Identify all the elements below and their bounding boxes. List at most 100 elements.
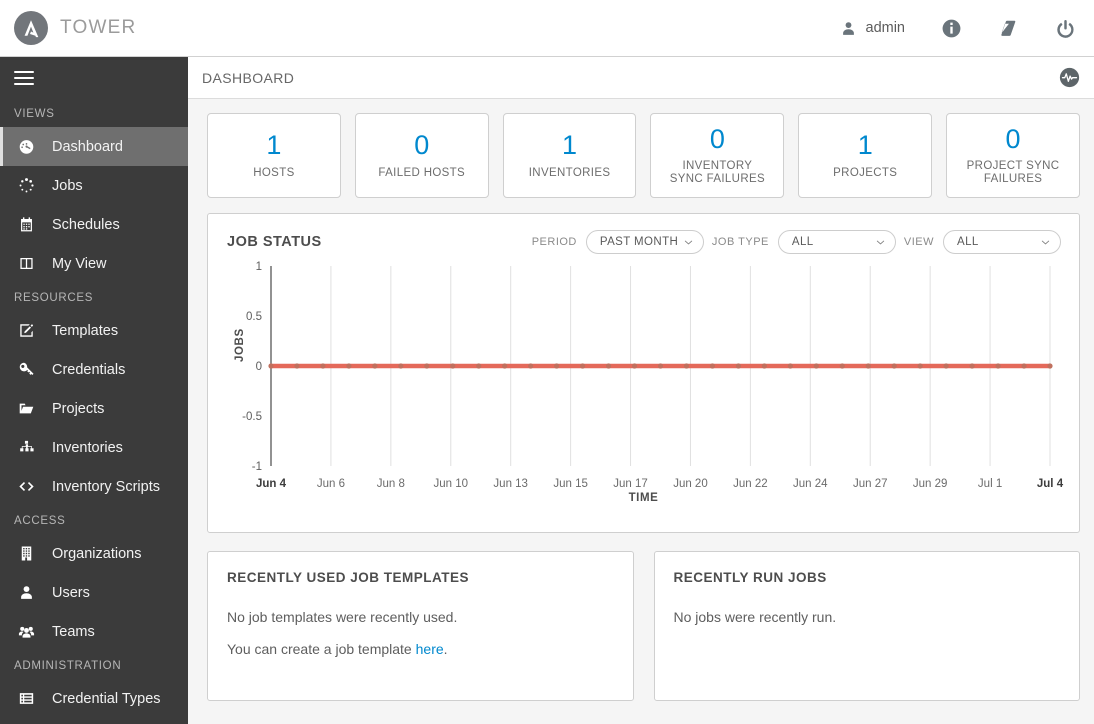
sidebar-item-label: Organizations xyxy=(52,545,142,562)
chart-data-point[interactable] xyxy=(450,363,456,369)
brand-name: TOWER xyxy=(60,17,137,38)
chart-x-tick: Jun 20 xyxy=(673,478,708,490)
chart-data-point[interactable] xyxy=(865,363,871,369)
activity-pulse-icon[interactable] xyxy=(1059,67,1080,88)
chart-data-point[interactable] xyxy=(476,363,482,369)
chart-data-point[interactable] xyxy=(839,363,845,369)
chart-data-point[interactable] xyxy=(787,363,793,369)
stat-card-projects[interactable]: 1 PROJECTS xyxy=(798,113,933,198)
sidebar-item-templates[interactable]: Templates xyxy=(0,311,188,350)
stat-card-label: INVENTORIES xyxy=(528,166,611,179)
key-icon xyxy=(14,361,38,378)
dropdown-job-type[interactable]: ALL xyxy=(777,230,896,254)
chart-data-point[interactable] xyxy=(320,363,326,369)
chart-data-point[interactable] xyxy=(683,363,690,369)
stat-card-failed-hosts[interactable]: 0 FAILED HOSTS xyxy=(354,113,489,198)
sidebar-item-credential-types[interactable]: Credential Types xyxy=(0,679,188,718)
sidebar-section-resources: RESOURCES xyxy=(14,292,94,304)
sidebar-item-organizations[interactable]: Organizations xyxy=(0,534,188,573)
stat-card-value: 0 xyxy=(709,123,725,154)
sidebar-item-inventories[interactable]: Inventories xyxy=(0,428,188,467)
sidebar-item-label: Credential Types xyxy=(52,690,161,707)
sidebar-item-label: Templates xyxy=(52,322,119,339)
chart-data-point[interactable] xyxy=(398,363,404,369)
chart-data-point[interactable] xyxy=(709,363,716,369)
sidebar-item-inventory-scripts[interactable]: Inventory Scripts xyxy=(0,467,188,506)
chart-data-point[interactable] xyxy=(346,363,352,369)
chart-data-point[interactable] xyxy=(813,363,819,369)
sidebar-item-label: Projects xyxy=(52,400,105,417)
current-user[interactable]: admin xyxy=(822,0,924,57)
chart-data-point[interactable] xyxy=(917,363,923,369)
sidebar-item-schedules[interactable]: Schedules xyxy=(0,205,188,244)
chart-data-point[interactable] xyxy=(268,363,274,369)
hamburger-icon[interactable] xyxy=(0,57,188,99)
sidebar-item-credentials[interactable]: Credentials xyxy=(0,350,188,389)
stat-card-project-sync-failures[interactable]: 0 PROJECT SYNC FAILURES xyxy=(946,113,1080,198)
chart-data-point[interactable] xyxy=(528,363,534,369)
dropdown-value: ALL xyxy=(791,236,814,248)
folder-open-icon xyxy=(14,400,38,417)
chart-data-point[interactable] xyxy=(372,363,378,369)
stat-card-hosts[interactable]: 1 HOSTS xyxy=(207,113,341,198)
chart-data-point[interactable] xyxy=(735,363,742,369)
tower-logo-icon xyxy=(14,11,48,45)
sidebar-item-label: Teams xyxy=(52,623,95,640)
chart-y-tick: -1 xyxy=(252,461,262,473)
chart-data-point[interactable] xyxy=(657,363,664,369)
panel-title: RECENTLY USED JOB TEMPLATES xyxy=(227,570,470,585)
book-icon xyxy=(998,18,1019,39)
filter-job-type: JOB TYPE ALL xyxy=(712,230,896,254)
sidebar-item-projects[interactable]: Projects xyxy=(0,389,188,428)
chart-x-tick: Jun 24 xyxy=(793,478,828,490)
bottom-panels: RECENTLY USED JOB TEMPLATES No job templa… xyxy=(207,551,1080,701)
chart-x-tick: Jun 29 xyxy=(913,478,948,490)
brand-logo[interactable]: TOWER xyxy=(14,11,136,45)
chart-data-point[interactable] xyxy=(995,363,1001,369)
sidebar-item-my-view[interactable]: My View xyxy=(0,244,188,283)
chart-x-tick: Jun 17 xyxy=(613,478,648,490)
chart-data-point[interactable] xyxy=(294,363,300,369)
power-icon xyxy=(1055,18,1076,39)
chart-data-point[interactable] xyxy=(891,363,897,369)
chart-data-point[interactable] xyxy=(554,363,560,369)
docs-button[interactable] xyxy=(980,0,1037,57)
dropdown-value: ALL xyxy=(957,236,979,248)
chart-x-tick: Jun 22 xyxy=(733,478,768,490)
sidebar-item-label: Jobs xyxy=(52,177,83,194)
filter-label: VIEW xyxy=(903,236,934,248)
about-button[interactable] xyxy=(923,0,980,57)
chart-data-point[interactable] xyxy=(943,363,949,369)
sidebar-item-jobs[interactable]: Jobs xyxy=(0,166,188,205)
stat-card-label: INVENTORY SYNC FAILURES xyxy=(669,159,766,186)
chart-data-point[interactable] xyxy=(424,363,430,369)
chart-data-point[interactable] xyxy=(580,363,586,369)
sidebar-item-users[interactable]: Users xyxy=(0,573,188,612)
stat-card-value: 1 xyxy=(857,130,873,161)
logout-button[interactable] xyxy=(1037,0,1094,57)
chart-x-tick: Jun 15 xyxy=(553,478,588,490)
chevron-down-icon xyxy=(1040,237,1051,248)
sidebar-item-dashboard[interactable]: Dashboard xyxy=(0,127,188,166)
chart-x-tick: Jul 4 xyxy=(1037,478,1064,490)
dropdown-value: PAST MONTH xyxy=(599,236,679,248)
chart-data-point[interactable] xyxy=(1047,363,1053,369)
stat-card-inventory-sync-failures[interactable]: 0 INVENTORY SYNC FAILURES xyxy=(650,113,785,198)
sitemap-icon xyxy=(14,439,38,456)
sidebar-item-label: Inventories xyxy=(52,439,123,456)
sidebar-item-teams[interactable]: Teams xyxy=(0,612,188,651)
dropdown-period[interactable]: PAST MONTH xyxy=(585,230,704,254)
chart-data-point[interactable] xyxy=(761,363,767,369)
jobs-spinner-icon xyxy=(14,177,38,194)
create-job-template-link[interactable]: here xyxy=(416,641,444,657)
stat-card-inventories[interactable]: 1 INVENTORIES xyxy=(502,113,637,198)
chart-data-point[interactable] xyxy=(605,363,612,369)
chart-data-point[interactable] xyxy=(1021,363,1027,369)
stat-cards: 1 HOSTS 0 FAILED HOSTS 1 INVENTORIES 0 INVENTOR… xyxy=(207,113,1080,198)
dropdown-view[interactable]: ALL xyxy=(943,230,1061,254)
chart-data-point[interactable] xyxy=(631,363,638,369)
stat-card-label: HOSTS xyxy=(253,166,295,179)
pencil-square-icon xyxy=(14,322,38,339)
chart-data-point[interactable] xyxy=(502,363,508,369)
chart-data-point[interactable] xyxy=(969,363,975,369)
